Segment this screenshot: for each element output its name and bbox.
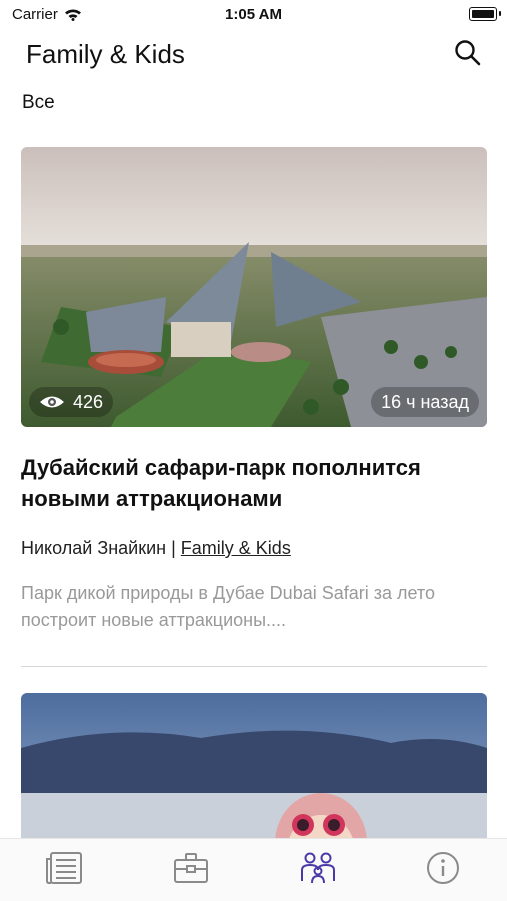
child-photo [21, 693, 487, 853]
category-filter[interactable]: Все [22, 92, 55, 114]
views-count: 426 [73, 391, 104, 412]
author-name: Николай Знайкин [21, 538, 167, 558]
tab-info[interactable] [420, 845, 466, 891]
article-meta: Николай Знайкин | Family & Kids [21, 538, 291, 559]
time-badge: 16 ч назад [371, 387, 479, 417]
search-button[interactable] [453, 38, 483, 68]
article-image-2[interactable] [21, 693, 487, 853]
tab-family-kids[interactable] [295, 845, 341, 891]
info-icon [427, 852, 459, 884]
battery-icon [469, 7, 497, 21]
eye-icon [40, 396, 64, 408]
tab-bar [0, 838, 507, 901]
briefcase-icon [174, 853, 208, 883]
tab-business[interactable] [168, 845, 214, 891]
section-link[interactable]: Family & Kids [181, 538, 291, 558]
article-excerpt: Парк дикой природы в Дубае Dubai Safari … [21, 583, 435, 630]
meta-separator: | [171, 538, 176, 558]
tab-news[interactable] [41, 845, 87, 891]
safari-park-photo [21, 147, 487, 427]
divider [21, 666, 487, 667]
search-icon [455, 40, 481, 66]
status-bar: Carrier 1:05 AM [0, 0, 507, 28]
nav-bar: Family & Kids [0, 30, 507, 76]
family-icon [301, 852, 335, 884]
page-title: Family & Kids [26, 39, 185, 69]
newspaper-icon [46, 852, 82, 884]
status-time: 1:05 AM [225, 6, 282, 23]
battery-cap [499, 11, 501, 16]
article-image[interactable]: 426 16 ч назад [21, 147, 487, 427]
views-badge: 426 [29, 387, 114, 417]
article-title[interactable]: Дубайский сафари-парк пополнится новыми … [21, 452, 481, 514]
